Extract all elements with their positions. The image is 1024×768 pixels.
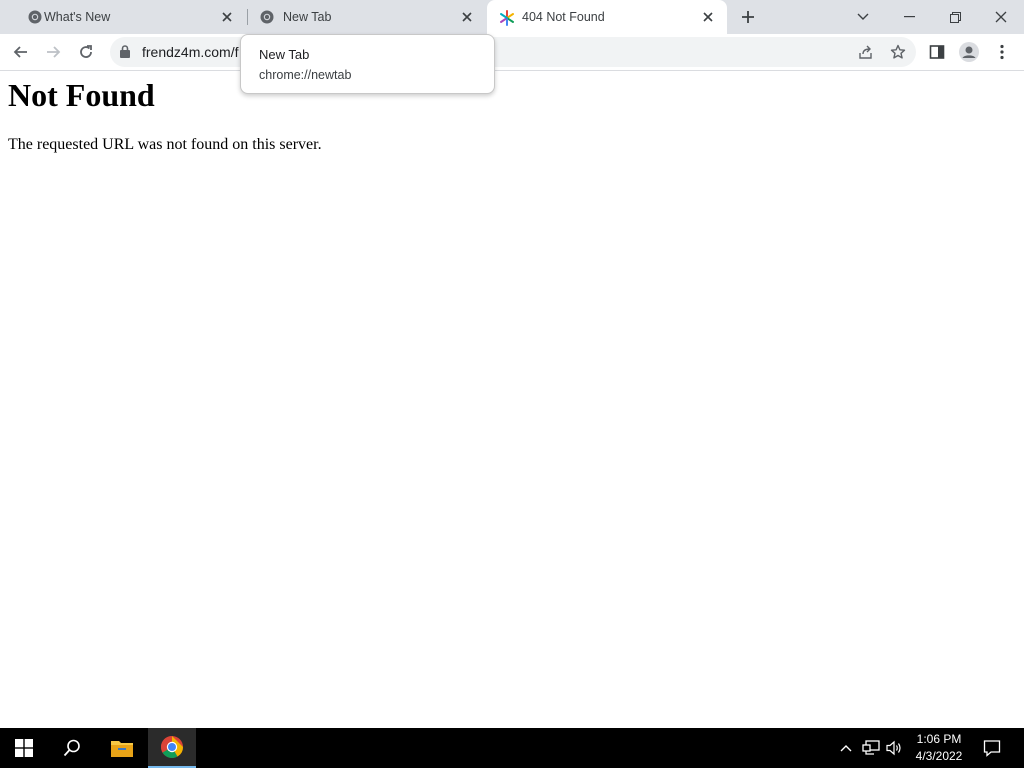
arrow-left-icon: [13, 46, 27, 58]
network-icon[interactable]: [861, 738, 881, 758]
clock-time: 1:06 PM: [916, 732, 962, 746]
error-message: The requested URL was not found on this …: [8, 136, 322, 153]
restore-icon: [949, 11, 961, 23]
chevron-down-icon: [857, 13, 869, 20]
close-icon: [995, 11, 1007, 23]
reload-button[interactable]: [72, 38, 100, 66]
chrome-icon: [161, 736, 183, 758]
browser-toolbar: frendz4m.com/f: [0, 34, 1024, 71]
url-text: frendz4m.com/f: [142, 44, 239, 60]
new-tab-button[interactable]: [736, 5, 760, 29]
tab-title: New Tab: [283, 10, 332, 24]
back-button[interactable]: [7, 38, 35, 66]
search-icon: [63, 739, 80, 757]
clock-date: 4/3/2022: [915, 749, 963, 763]
tab-search-button[interactable]: [840, 0, 886, 34]
site-favicon: [499, 10, 514, 26]
chevron-up-icon[interactable]: [836, 738, 856, 758]
avatar-icon: [959, 42, 979, 62]
chrome-taskbar-button[interactable]: [148, 728, 196, 768]
lock-icon[interactable]: [120, 45, 130, 63]
folder-icon: [111, 741, 133, 757]
volume-icon[interactable]: [885, 738, 905, 758]
page-heading: Not Found: [8, 77, 155, 113]
search-button[interactable]: [48, 728, 96, 768]
taskbar-clock[interactable]: 1:06 PM 4/3/2022: [906, 731, 972, 765]
more-vert-icon: [1000, 44, 1004, 60]
tab-new-tab[interactable]: New Tab: [248, 0, 486, 34]
taskbar: 1:06 PM 4/3/2022: [0, 728, 1024, 768]
chrome-icon: [28, 10, 42, 24]
close-tab-icon[interactable]: [218, 8, 236, 26]
notifications-icon[interactable]: [982, 738, 1002, 758]
minimize-icon: [903, 16, 915, 18]
tab-whats-new[interactable]: What's New: [8, 0, 246, 34]
tab-404-not-found[interactable]: 404 Not Found: [487, 0, 727, 34]
plus-icon: [742, 11, 754, 23]
start-button[interactable]: [0, 728, 48, 768]
address-bar[interactable]: frendz4m.com/f: [110, 37, 916, 67]
close-tab-icon[interactable]: [458, 8, 476, 26]
close-tab-icon[interactable]: [699, 8, 717, 26]
reload-icon: [80, 45, 92, 58]
tab-strip: What's New New Tab 404 Not Found: [0, 0, 1024, 34]
browser-window: What's New New Tab 404 Not Found frendz4…: [0, 0, 1024, 728]
tab-title: 404 Not Found: [522, 10, 605, 24]
arrow-right-icon: [47, 46, 61, 58]
star-icon[interactable]: [886, 40, 910, 64]
windows-icon: [15, 739, 33, 757]
hover-card-url: chrome://newtab: [259, 68, 352, 82]
share-icon[interactable]: [854, 40, 878, 64]
file-explorer-button[interactable]: [98, 728, 146, 768]
side-panel-button[interactable]: [923, 38, 951, 66]
profile-button[interactable]: [955, 38, 983, 66]
minimize-button[interactable]: [886, 0, 932, 34]
hover-card-title: New Tab: [259, 47, 310, 62]
chrome-icon: [260, 10, 274, 24]
forward-button[interactable]: [39, 38, 67, 66]
tab-title: What's New: [44, 10, 111, 24]
side-panel-icon: [929, 45, 945, 59]
close-window-button[interactable]: [978, 0, 1024, 34]
page-content: Not Found The requested URL was not foun…: [0, 71, 1024, 728]
restore-button[interactable]: [932, 0, 978, 34]
tab-hover-card: New Tab chrome://newtab: [240, 34, 495, 94]
menu-button[interactable]: [988, 38, 1016, 66]
